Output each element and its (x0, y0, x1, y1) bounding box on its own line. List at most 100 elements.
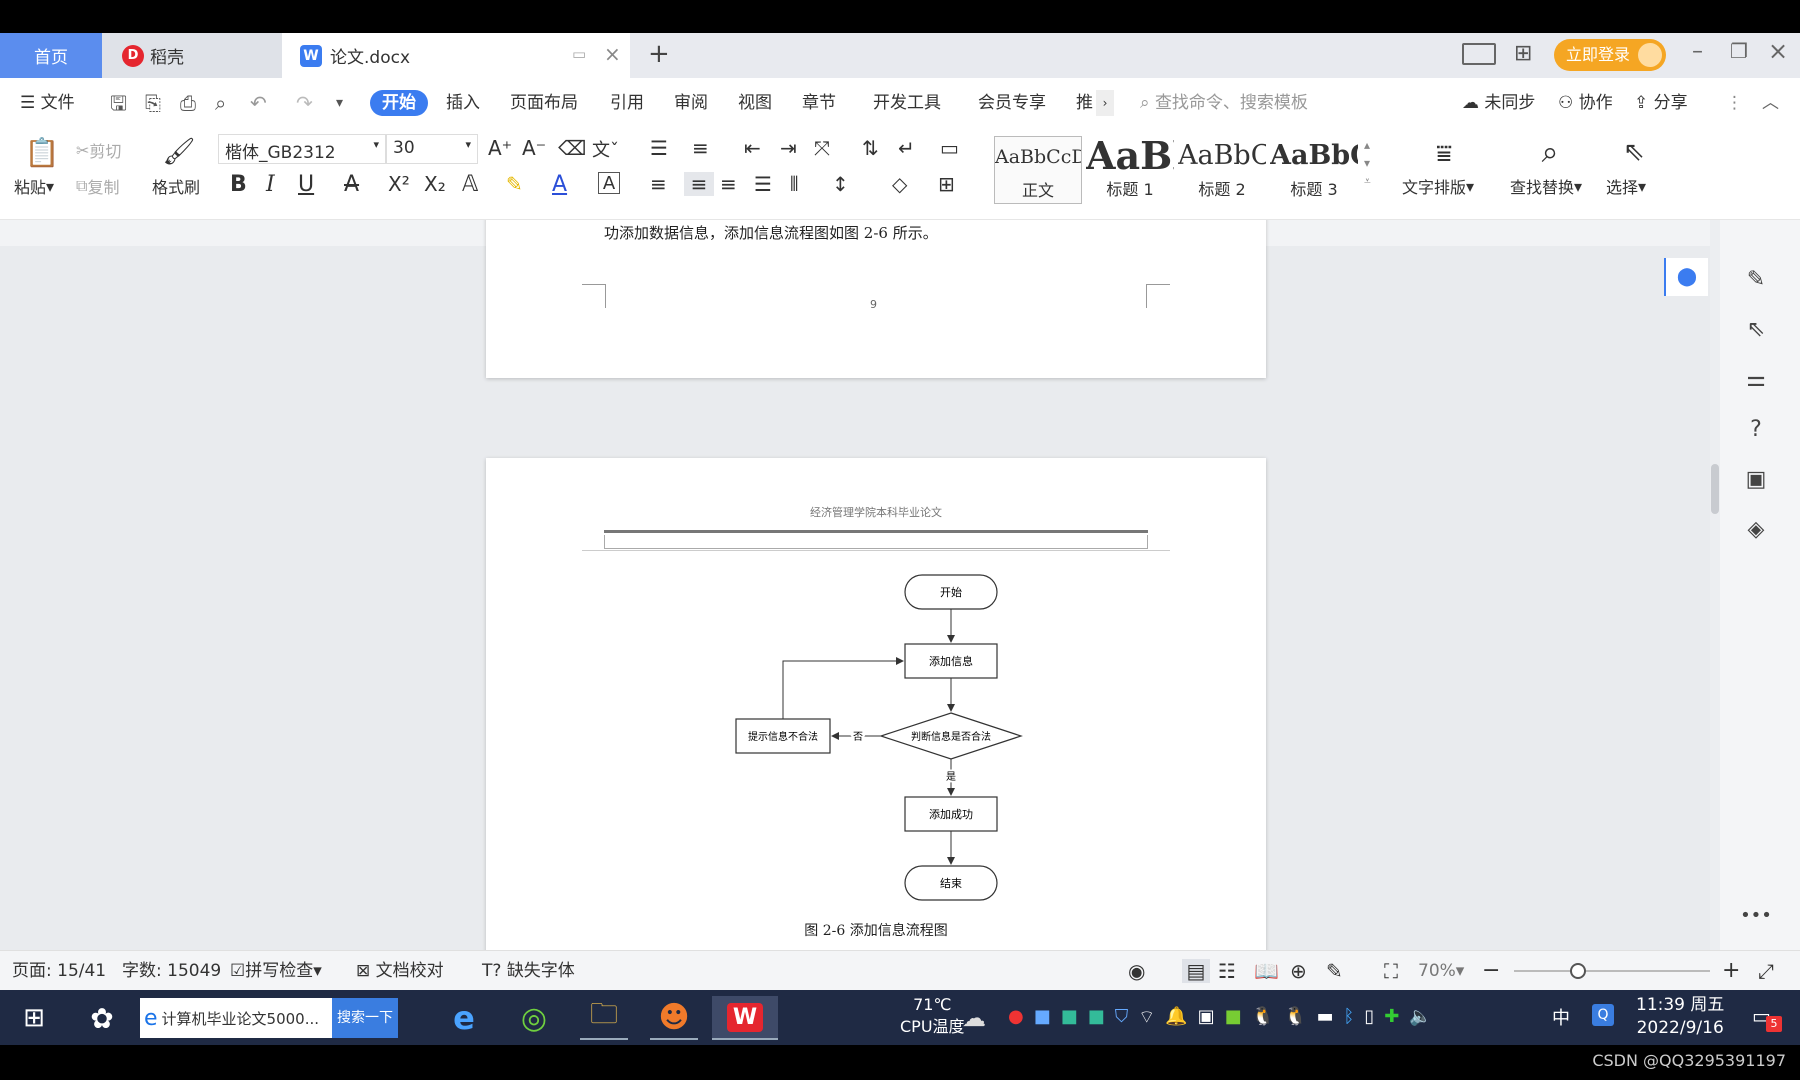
tray-app-icon-2[interactable]: ■ (1034, 1006, 1051, 1029)
highlight-icon[interactable]: ✎ (506, 172, 523, 196)
menu-developer[interactable]: 开发工具 (873, 90, 941, 116)
battery-icon[interactable]: ▬ (1316, 1006, 1333, 1029)
body-text[interactable]: 功添加数据信息，添加信息流程图如图 2-6 所示。 (604, 222, 938, 243)
bell-icon[interactable]: 🔔 (1165, 1006, 1187, 1029)
justify-icon[interactable]: ☰ (754, 172, 772, 196)
tray-app-icon-5[interactable]: ▣ (1198, 1006, 1215, 1029)
zoom-slider[interactable] (1514, 970, 1710, 972)
align-left-icon[interactable]: ≡ (650, 172, 667, 196)
redo-icon[interactable]: ↷ (296, 90, 313, 116)
menu-insert[interactable]: 插入 (446, 90, 480, 116)
print-preview-icon[interactable]: ⌕ (215, 90, 226, 116)
tray-app-icon-3[interactable]: ■ (1061, 1006, 1078, 1029)
menu-page-layout[interactable]: 页面布局 (510, 90, 578, 116)
scrollbar-thumb[interactable] (1711, 464, 1719, 514)
word-count[interactable]: 字数: 15049 (122, 959, 221, 983)
text-layout-button[interactable]: 文字排版 ▾ (1402, 174, 1474, 198)
decrease-indent-icon[interactable]: ⇤ (744, 136, 761, 160)
missing-font-button[interactable]: T? 缺失字体 (482, 959, 575, 983)
command-search[interactable]: ⌕ 查找命令、搜索模板 (1140, 90, 1420, 116)
align-right-icon[interactable]: ≡ (720, 172, 737, 196)
taskbar-search-button[interactable]: 搜索一下 (332, 998, 398, 1038)
more-options-icon[interactable]: ⋮ (1726, 90, 1743, 116)
paste-icon[interactable]: 📋 (22, 134, 62, 170)
tab-document[interactable]: W 论文.docx ▭ × (282, 33, 630, 78)
font-color-icon[interactable]: A (552, 172, 567, 197)
quick-access-dropdown-icon[interactable]: ▾ (336, 90, 343, 116)
sync-button[interactable]: ☁ 未同步 (1462, 90, 1535, 116)
menu-review[interactable]: 审阅 (674, 90, 708, 116)
settings-sliders-icon[interactable]: ⚌ (1740, 364, 1772, 396)
select-button[interactable]: 选择 ▾ (1606, 174, 1646, 198)
web-view-icon[interactable]: ⊕ (1290, 959, 1307, 983)
menu-recommend[interactable]: 推 (1076, 90, 1093, 116)
clock[interactable]: 11:39 周五 2022/9/16 (1636, 994, 1724, 1040)
strikethrough-icon[interactable]: A (344, 172, 359, 197)
page-view-icon[interactable]: ▤ (1182, 959, 1210, 983)
login-button[interactable]: 立即登录 (1554, 39, 1666, 71)
menu-chapter[interactable]: 章节 (802, 90, 836, 116)
shield-icon[interactable]: ⛉ (1115, 1006, 1129, 1029)
layout-icon[interactable] (1462, 43, 1496, 65)
pointer-icon[interactable]: ⇖ (1740, 314, 1772, 346)
show-marks-icon[interactable]: ↵ (898, 136, 915, 160)
text-effect-icon[interactable]: 𝔸 (462, 172, 478, 197)
number-list-icon[interactable]: ≡ (692, 136, 709, 160)
tab-home[interactable]: 首页 (0, 33, 102, 78)
brush-icon[interactable]: 🖌 (163, 134, 196, 170)
volume-icon[interactable]: 🔈 (1409, 1006, 1431, 1029)
qq-icon[interactable]: 🐧 (1252, 1006, 1274, 1029)
export-icon[interactable]: ⎘ (145, 90, 161, 116)
image-edit-icon[interactable]: ▣ (1740, 464, 1772, 496)
zoom-level[interactable]: 70%▾ (1418, 959, 1464, 983)
format-painter-button[interactable]: 格式刷 (152, 174, 200, 198)
ime-indicator[interactable]: 中 (1552, 1004, 1570, 1030)
font-family-select[interactable]: 楷体_GB2312 ▾ (218, 134, 386, 164)
annotate-icon[interactable]: ✎ (1326, 959, 1343, 983)
wps-taskbar-icon[interactable]: W (712, 996, 778, 1040)
font-size-select[interactable]: 30 ▾ (386, 134, 478, 164)
clear-format-icon[interactable]: ⌫ (558, 136, 586, 160)
bullet-list-icon[interactable]: ☰ (650, 136, 668, 160)
pinwheel-app-icon[interactable]: ✿ (78, 996, 126, 1040)
borders-icon[interactable]: ⊞ (938, 172, 955, 196)
collab-button[interactable]: ⚇ 协作 (1558, 90, 1613, 116)
increase-indent-icon[interactable]: ⇥ (780, 136, 797, 160)
spell-check-button[interactable]: ☑拼写检查▾ (230, 959, 322, 983)
figure-caption[interactable]: 图 2-6 添加信息流程图 (486, 920, 1266, 940)
magnifier-icon[interactable]: ⌕ (1530, 134, 1570, 170)
outline-view-icon[interactable]: ☷ (1218, 959, 1236, 983)
line-spacing-icon[interactable]: ↕ (832, 172, 849, 196)
chinese-layout-icon[interactable]: ⤧ (814, 136, 830, 160)
collapse-ribbon-icon[interactable]: ︿ (1762, 90, 1779, 116)
char-border-icon[interactable]: A (598, 172, 620, 194)
menu-member[interactable]: 会员专享 (978, 90, 1046, 116)
style-heading-1[interactable]: AaBl 标题 1 (1086, 136, 1174, 204)
taskbar-search[interactable]: e 计算机毕业论文5000... 搜索一下 (140, 998, 398, 1038)
pin-window-icon[interactable]: ▭ (572, 45, 586, 63)
bold-icon[interactable]: B (230, 172, 247, 197)
zoom-out-icon[interactable]: − (1482, 959, 1500, 983)
zoom-in-icon[interactable]: + (1722, 959, 1740, 983)
tray-app-icon-6[interactable]: ✚ (1384, 1006, 1399, 1029)
fit-page-icon[interactable]: ⛶ (1384, 959, 1398, 983)
wifi-icon[interactable]: ⌔ (1138, 1006, 1155, 1029)
cut-button[interactable]: ✂ 剪切 (76, 138, 121, 162)
zoom-slider-thumb[interactable] (1570, 963, 1586, 979)
close-window-icon[interactable]: × (1768, 37, 1788, 65)
flowchart[interactable]: 开始 添加信息 判断信息是否合法 否 否 提示信息不合法 是 是 添加成功 结束 (486, 458, 1266, 950)
undo-icon[interactable]: ↶ (250, 90, 267, 116)
grow-font-icon[interactable]: A⁺ (488, 136, 512, 160)
share-button[interactable]: ⇪ 分享 (1634, 90, 1688, 116)
close-tab-icon[interactable]: × (604, 42, 621, 66)
compass-icon[interactable]: ◈ (1740, 514, 1772, 546)
cursor-select-icon[interactable]: ⇖ (1614, 134, 1654, 170)
underline-icon[interactable]: U (298, 172, 314, 197)
file-explorer-icon[interactable]: 🗀 (580, 996, 628, 1040)
more-icon[interactable]: ••• (1740, 900, 1772, 932)
table-lines-icon[interactable]: ▭ (940, 136, 959, 160)
align-center-icon[interactable]: ≡ (684, 172, 714, 196)
distribute-icon[interactable]: ⫴ (790, 172, 798, 196)
style-heading-3[interactable]: AaBbC 标题 3 (1270, 136, 1358, 204)
qq-icon-2[interactable]: 🐧 (1284, 1006, 1306, 1029)
